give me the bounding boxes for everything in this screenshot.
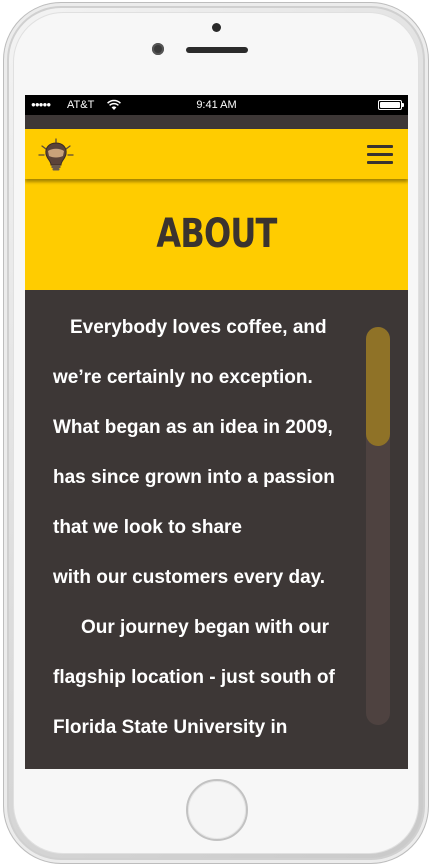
lightbulb-logo-icon[interactable]	[38, 138, 74, 174]
status-bar: ●●●●● AT&T 9:41 AM	[25, 95, 408, 115]
hamburger-menu-icon[interactable]	[367, 145, 393, 165]
sensor-dot	[212, 23, 221, 32]
page-title: ABOUT	[156, 211, 277, 257]
screen: ●●●●● AT&T 9:41 AM ABOUT Everybody loves…	[25, 95, 408, 769]
about-text-line: we’re certainly no exception.	[53, 367, 313, 388]
scrollbar-thumb[interactable]	[366, 327, 390, 446]
about-text-line: Florida State University in	[53, 717, 288, 738]
about-text-line: has since grown into a passion	[53, 467, 335, 488]
about-text-line: that we look to share	[53, 517, 242, 538]
status-time: 9:41 AM	[196, 99, 237, 111]
home-button[interactable]	[186, 779, 248, 841]
about-text-line: flagship location - just south of	[53, 667, 335, 688]
page-header: ABOUT	[25, 179, 408, 290]
about-text-line: What began as an idea in 2009,	[53, 417, 333, 438]
front-camera	[152, 43, 164, 55]
earpiece-speaker	[186, 47, 248, 53]
about-text-line: with our customers every day.	[53, 567, 326, 588]
about-text-line: Everybody loves coffee, and	[70, 317, 327, 338]
battery-icon	[378, 100, 404, 110]
about-text-line: Our journey began with our	[81, 617, 330, 638]
navbar	[25, 129, 408, 179]
